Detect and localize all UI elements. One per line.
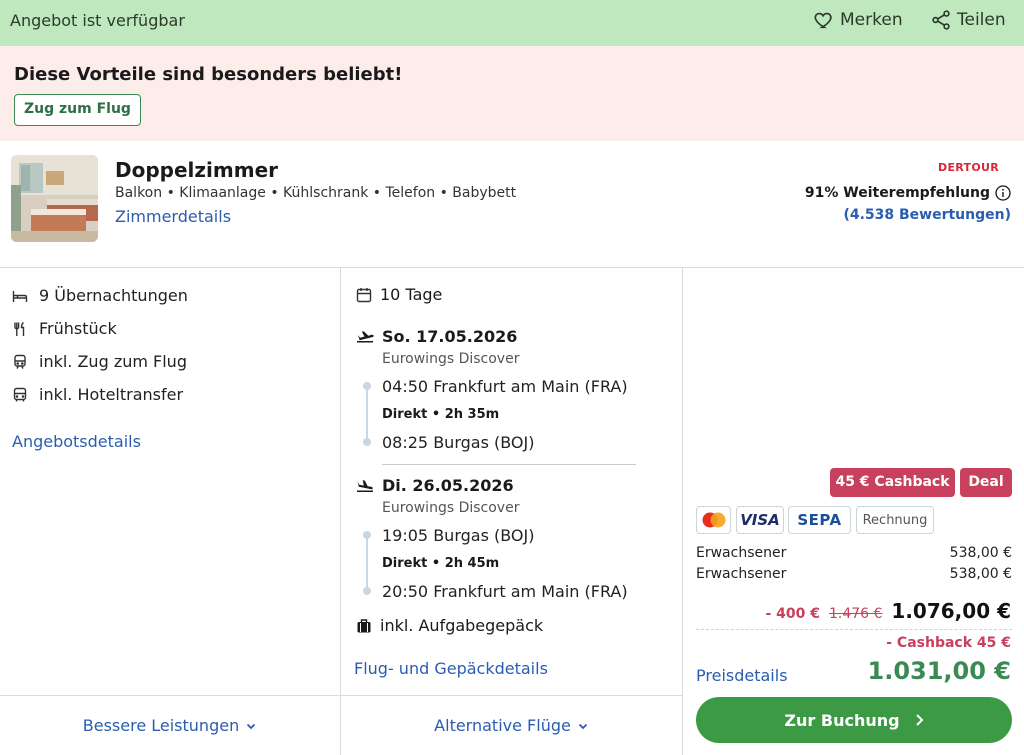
price-line: Erwachsener 538,00 € bbox=[696, 566, 1012, 582]
inclusion-item: inkl. Zug zum Flug bbox=[12, 352, 187, 371]
price-line-label: Erwachsener bbox=[696, 545, 787, 561]
room-features: Balkon • Klimaanlage • Kühlschrank • Tel… bbox=[115, 185, 517, 201]
deal-badge: Deal bbox=[960, 468, 1012, 497]
price-line: Erwachsener 538,00 € bbox=[696, 545, 1012, 561]
route-dot bbox=[363, 382, 371, 390]
inclusion-label: 9 Übernachtungen bbox=[39, 286, 188, 305]
outbound-flight-info: Direkt • 2h 35m bbox=[382, 407, 500, 422]
room-name: Doppelzimmer bbox=[115, 158, 278, 182]
inclusion-label: Frühstück bbox=[39, 319, 117, 338]
discount-amount: - 400 € bbox=[765, 606, 820, 622]
chevron-down-icon bbox=[247, 723, 256, 729]
inbound-airline: Eurowings Discover bbox=[382, 500, 520, 516]
invoice-payment: Rechnung bbox=[856, 506, 934, 534]
outbound-route-line bbox=[366, 385, 368, 439]
cutlery-icon bbox=[14, 321, 25, 336]
save-label: Merken bbox=[840, 10, 903, 30]
bed-icon bbox=[12, 290, 28, 302]
tour-operator-logo: DERTOUR bbox=[938, 161, 999, 174]
availability-status: Angebot ist verfügbar bbox=[10, 11, 185, 30]
old-price: 1.476 € bbox=[828, 606, 883, 622]
suitcase-icon bbox=[357, 618, 371, 632]
outbound-departure: 04:50 Frankfurt am Main (FRA) bbox=[382, 377, 628, 396]
outbound-arrival: 08:25 Burgas (BOJ) bbox=[382, 433, 535, 452]
route-dot bbox=[363, 531, 371, 539]
recommendation: 91% Weiterempfehlung bbox=[805, 185, 1011, 201]
outbound-header: So. 17.05.2026 bbox=[356, 327, 517, 346]
pricing-column: 45 € Cashback Deal VISA SEPA Rechnung Er… bbox=[683, 268, 1024, 755]
calendar-icon bbox=[356, 287, 372, 302]
subtotal-price: 1.076,00 € bbox=[891, 599, 1011, 623]
share-button[interactable]: Teilen bbox=[930, 9, 1006, 31]
plane-arrival-icon bbox=[357, 479, 373, 492]
price-line-value: 538,00 € bbox=[949, 566, 1012, 582]
offer-details-link[interactable]: Angebotsdetails bbox=[12, 432, 141, 451]
inbound-date: Di. 26.05.2026 bbox=[382, 476, 514, 495]
inbound-arrival: 20:50 Frankfurt am Main (FRA) bbox=[382, 582, 628, 601]
plane-departure-icon bbox=[357, 331, 374, 342]
inbound-departure: 19:05 Burgas (BOJ) bbox=[382, 526, 535, 545]
price-line-label: Erwachsener bbox=[696, 566, 787, 582]
info-icon[interactable] bbox=[995, 185, 1011, 201]
outbound-airline: Eurowings Discover bbox=[382, 351, 520, 367]
inclusion-label: inkl. Hoteltransfer bbox=[39, 385, 184, 404]
baggage-label: inkl. Aufgabegepäck bbox=[380, 616, 544, 635]
route-dot bbox=[363, 587, 371, 595]
inbound-route-line bbox=[366, 534, 368, 588]
flight-separator bbox=[382, 464, 636, 465]
bus-icon bbox=[13, 387, 27, 401]
price-line-value: 538,00 € bbox=[949, 545, 1012, 561]
flights-column: 10 Tage So. 17.05.2026 Eurowings Discove… bbox=[341, 268, 682, 695]
chevron-down-icon bbox=[578, 723, 587, 729]
train-icon bbox=[14, 354, 26, 369]
better-services-label: Bessere Leistungen bbox=[82, 716, 240, 735]
inbound-flight-info: Direkt • 2h 45m bbox=[382, 556, 500, 571]
baggage-info: inkl. Aufgabegepäck bbox=[356, 616, 543, 635]
heart-icon bbox=[814, 12, 832, 29]
inclusion-label: inkl. Zug zum Flug bbox=[39, 352, 187, 371]
room-photo[interactable] bbox=[11, 155, 98, 242]
sepa-logo: SEPA bbox=[788, 506, 851, 534]
book-button[interactable]: Zur Buchung bbox=[696, 697, 1012, 743]
recommendation-text: 91% Weiterempfehlung bbox=[804, 185, 990, 201]
room-details-link[interactable]: Zimmerdetails bbox=[115, 207, 231, 226]
inbound-header: Di. 26.05.2026 bbox=[356, 476, 514, 495]
availability-bar: Angebot ist verfügbar Merken Teilen bbox=[0, 0, 1024, 46]
book-button-label: Zur Buchung bbox=[784, 710, 900, 730]
better-services-button[interactable]: Bessere Leistungen bbox=[0, 696, 340, 755]
route-dot bbox=[363, 438, 371, 446]
reviews-link[interactable]: (4.538 Bewertungen) bbox=[843, 207, 1011, 223]
price-separator bbox=[696, 629, 1012, 630]
final-price: 1.031,00 € bbox=[867, 657, 1011, 685]
train-to-flight-chip[interactable]: Zug zum Flug bbox=[14, 94, 141, 126]
promo-banner: Diese Vorteile sind besonders beliebt! Z… bbox=[0, 46, 1024, 141]
outbound-date: So. 17.05.2026 bbox=[382, 327, 518, 346]
subtotal-row: - 400 € 1.476 € 1.076,00 € bbox=[765, 599, 1011, 623]
promo-title: Diese Vorteile sind besonders beliebt! bbox=[14, 64, 403, 85]
share-label: Teilen bbox=[957, 10, 1006, 30]
price-details-link[interactable]: Preisdetails bbox=[696, 666, 788, 685]
cashback-badge: 45 € Cashback bbox=[830, 468, 955, 497]
visa-logo: VISA bbox=[736, 506, 784, 534]
inclusion-item: Frühstück bbox=[12, 319, 117, 338]
room-section: Doppelzimmer Balkon • Klimaanlage • Kühl… bbox=[0, 141, 1024, 268]
chevron-right-icon bbox=[915, 714, 923, 726]
save-button[interactable]: Merken bbox=[813, 9, 903, 31]
trip-duration: 10 Tage bbox=[356, 285, 442, 304]
share-icon bbox=[932, 10, 950, 30]
inclusion-item: inkl. Hoteltransfer bbox=[12, 385, 183, 404]
cashback-deduction: - Cashback 45 € bbox=[886, 635, 1011, 651]
inclusion-item: 9 Übernachtungen bbox=[12, 286, 188, 305]
alternative-flights-button[interactable]: Alternative Flüge bbox=[341, 696, 682, 755]
alternative-flights-label: Alternative Flüge bbox=[434, 716, 571, 735]
flight-details-link[interactable]: Flug- und Gepäckdetails bbox=[354, 659, 548, 678]
mastercard-logo bbox=[696, 506, 731, 534]
trip-duration-label: 10 Tage bbox=[380, 285, 443, 304]
